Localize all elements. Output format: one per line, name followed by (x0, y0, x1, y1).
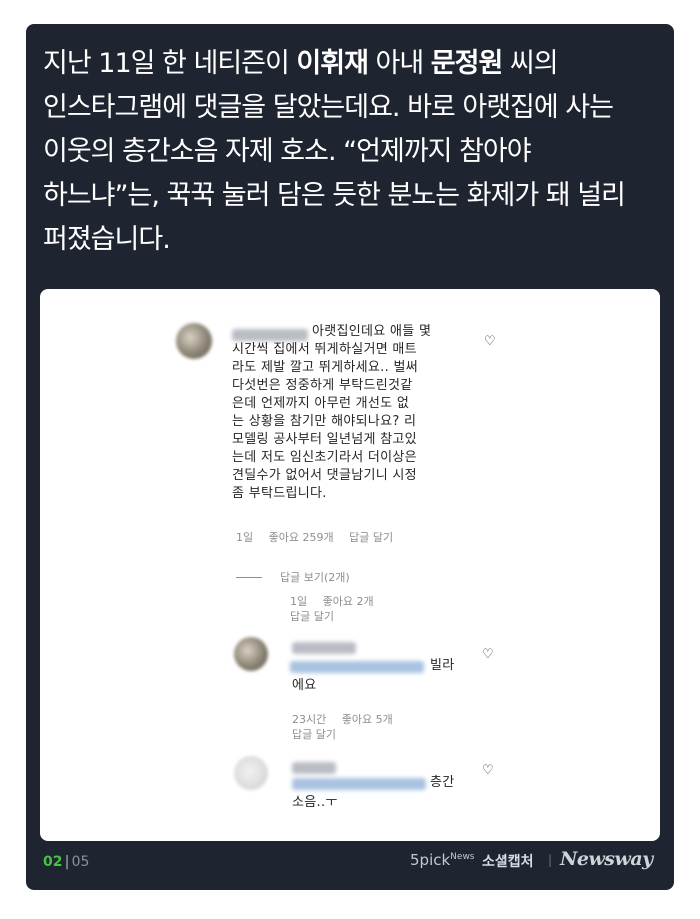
reply-meta: 1일 좋아요 2개 (290, 595, 386, 609)
comment-line: 는 상황을 참기만 해야되나요? 리 (232, 414, 417, 429)
blurred-username[interactable] (292, 762, 336, 774)
reply-likes[interactable]: 좋아요 2개 (323, 595, 374, 608)
highlight-name-2: 문정원 (430, 48, 504, 79)
highlight-name-1: 이휘재 (296, 48, 369, 79)
comment-line: 좀 부탁드립니다. (232, 486, 327, 501)
heart-outline-icon[interactable]: ♡ (484, 334, 496, 349)
comment-screenshot: 아랫집인데요 애들 몇 시간씩 집에서 뛰게하실거면 매트 라도 제발 깔고 뛰… (40, 289, 660, 841)
reply-text-line: 소음..ㅜ (292, 795, 338, 810)
headline-line-5: 퍼졌습니다. (43, 224, 171, 255)
reply-time: 1일 (290, 595, 308, 608)
headline-line-2: 인스타그램에 댓글을 달았는데요. 바로 아랫집에 사는 (43, 92, 614, 123)
replies-divider (236, 577, 262, 578)
commenter-avatar[interactable] (176, 323, 212, 359)
blurred-mention[interactable] (290, 661, 424, 673)
brand-5pick-logo: 5pickNews (410, 851, 475, 869)
headline-line-3: 이웃의 층간소음 자제 호소. “언제까지 참아야 (43, 136, 532, 167)
headline-line-4: 하느냐”는, 꾹꾹 눌러 담은 듯한 분노는 화제가 돼 널리 (43, 180, 626, 211)
comment-line: 시간씩 집에서 뛰게하실거면 매트 (232, 342, 417, 357)
reply-text-line: 에요 (292, 678, 317, 693)
comment-text: 아랫집인데요 애들 몇 시간씩 집에서 뛰게하실거면 매트 라도 제발 깔고 뛰… (232, 323, 494, 503)
comment-line: 라도 제발 깔고 뛰게하세요.. 벌써 (232, 360, 418, 375)
comment-line: 아랫집인데요 애들 몇 (312, 324, 432, 339)
heart-outline-icon[interactable]: ♡ (482, 763, 494, 778)
page-current: 02 (43, 854, 63, 870)
comment-line: 모델링 공사부터 일년넘게 참고있 (232, 432, 417, 447)
comment-line: 은데 언제까지 아무런 개선도 없 (232, 396, 410, 411)
reply-avatar[interactable] (234, 637, 268, 671)
comment-line: 다섯번은 정중하게 부탁드린것같 (232, 378, 413, 393)
reply-likes[interactable]: 좋아요 5개 (342, 713, 393, 726)
comment-meta: 1일 좋아요 259개 답글 달기 (236, 531, 405, 545)
reply-button[interactable]: 답글 달기 (292, 728, 336, 742)
comment-line: 견딜수가 없어서 댓글남기니 시정 (232, 468, 417, 483)
reply-text-end: 층간 (430, 775, 455, 790)
brand-separator: | (548, 853, 553, 867)
headline-line-1: 지난 11일 한 네티즌이 이휘재 아내 문정원 씨의 (43, 48, 559, 79)
page-separator: | (64, 854, 70, 870)
reply-text-end: 빌라 (430, 658, 455, 673)
reply-meta: 23시간 좋아요 5개 (292, 713, 405, 727)
blurred-mention[interactable] (292, 778, 426, 790)
page-total: 05 (71, 854, 90, 870)
blurred-username[interactable] (292, 642, 356, 654)
heart-outline-icon[interactable]: ♡ (482, 647, 494, 662)
brand-social-capture: 소셜캡처 (482, 854, 534, 870)
reply-avatar[interactable] (234, 756, 268, 790)
headline: 지난 11일 한 네티즌이 이휘재 아내 문정원 씨의 인스타그램에 댓글을 달… (43, 42, 663, 262)
comment-line: 는데 저도 임신초기라서 더이상은 (232, 450, 417, 465)
comment-likes[interactable]: 좋아요 259개 (269, 531, 334, 544)
reply-button[interactable]: 답글 달기 (290, 610, 334, 624)
newsway-logo: Newsway (560, 848, 653, 870)
view-replies-button[interactable]: 답글 보기(2개) (280, 571, 350, 585)
page-indicator: 02 | 05 (43, 854, 89, 870)
reply-time: 23시간 (292, 713, 327, 726)
comment-time: 1일 (236, 531, 254, 544)
reply-button[interactable]: 답글 달기 (349, 531, 393, 544)
